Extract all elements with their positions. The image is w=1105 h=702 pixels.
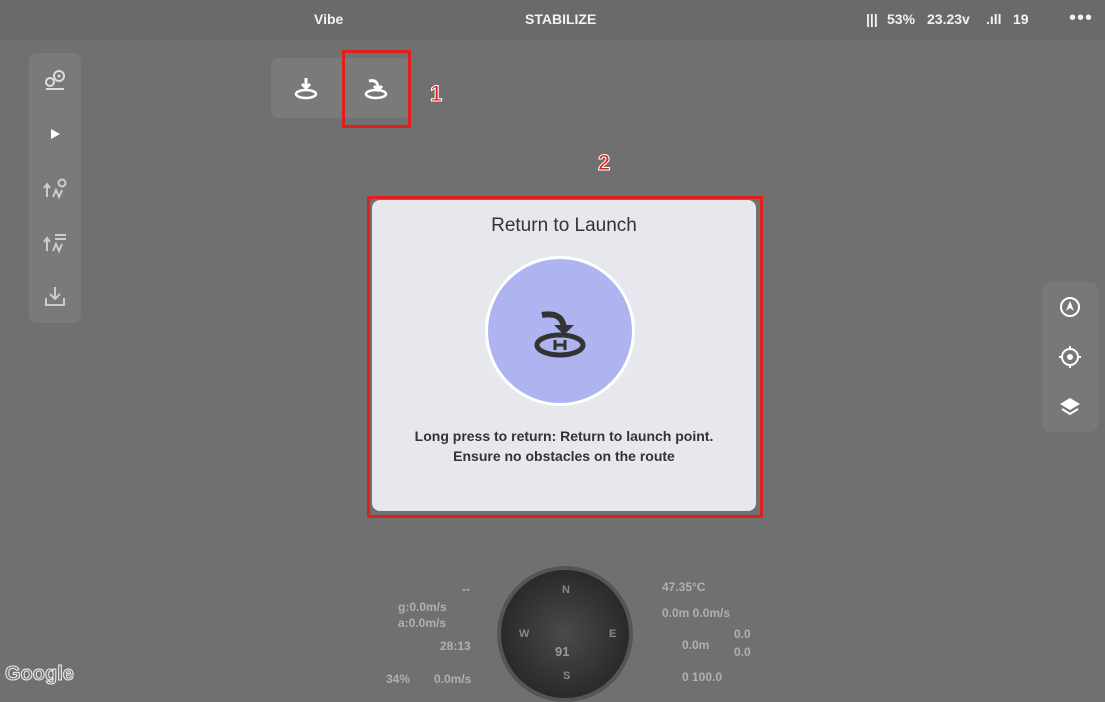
annotation-label-2: 2 bbox=[597, 150, 611, 176]
download-mission-button[interactable] bbox=[29, 269, 81, 323]
layers-icon bbox=[1060, 398, 1080, 416]
compass-east: E bbox=[609, 628, 617, 640]
land-icon bbox=[294, 78, 318, 100]
waypoint-upload-icon bbox=[43, 178, 67, 200]
flight-time: 28:13 bbox=[440, 639, 471, 653]
throttle-percent: 34% bbox=[386, 672, 411, 686]
play-icon bbox=[51, 129, 60, 139]
left-tool-panel bbox=[29, 53, 81, 323]
telemetry-dash: -- bbox=[462, 582, 470, 596]
compass-west: W bbox=[519, 628, 530, 640]
compass-heading: 91 bbox=[555, 644, 570, 659]
right-map-controls bbox=[1042, 282, 1098, 432]
annotation-highlight-2 bbox=[367, 196, 763, 518]
battery-icon: ||| bbox=[866, 11, 878, 27]
download-icon bbox=[45, 287, 65, 306]
battery-voltage: 23.23v bbox=[927, 11, 970, 27]
altitude-sub-1: 0.0 bbox=[734, 627, 751, 641]
annotation-highlight-1 bbox=[342, 50, 411, 128]
compass-north: N bbox=[562, 584, 570, 596]
relative-altitude: 0.0m 0.0m/s bbox=[662, 606, 731, 620]
land-button[interactable] bbox=[271, 58, 341, 118]
battery-percent: 53% bbox=[887, 11, 916, 27]
google-logo: Google bbox=[5, 663, 75, 686]
annotation-label-1: 1 bbox=[429, 81, 443, 107]
locate-drone-button[interactable] bbox=[1042, 282, 1098, 332]
compass-south: S bbox=[563, 670, 571, 682]
altitude-sub-2: 0.0 bbox=[734, 645, 751, 659]
temperature: 47.35°C bbox=[662, 580, 706, 594]
air-speed: a:0.0m/s bbox=[398, 616, 447, 630]
vehicle-name: Vibe bbox=[314, 11, 344, 27]
more-menu-button[interactable]: ••• bbox=[1069, 7, 1093, 30]
waypoint-list-icon bbox=[43, 234, 66, 254]
home-altitude: 0.0m bbox=[682, 638, 710, 652]
locate-me-button[interactable] bbox=[1042, 332, 1098, 382]
locate-drone-icon bbox=[1060, 297, 1080, 317]
waypoint-list-button[interactable] bbox=[29, 215, 81, 269]
signal-icon: .ıll bbox=[986, 11, 1002, 27]
distance: 0 100.0 bbox=[682, 670, 723, 684]
map-pin-icon bbox=[45, 70, 65, 90]
play-mission-button[interactable] bbox=[29, 107, 81, 161]
map-layers-button[interactable] bbox=[1042, 382, 1098, 432]
vertical-speed: 0.0m/s bbox=[434, 672, 472, 686]
map-pin-button[interactable] bbox=[29, 53, 81, 107]
compass: N E S W 91 bbox=[497, 566, 633, 702]
satellite-count: 19 bbox=[1013, 11, 1029, 27]
waypoint-upload-button[interactable] bbox=[29, 161, 81, 215]
locate-me-icon bbox=[1059, 346, 1081, 368]
top-status-bar: Vibe STABILIZE ||| 53% 23.23v .ıll 19 ••… bbox=[0, 0, 1105, 40]
flight-mode[interactable]: STABILIZE bbox=[525, 11, 596, 27]
